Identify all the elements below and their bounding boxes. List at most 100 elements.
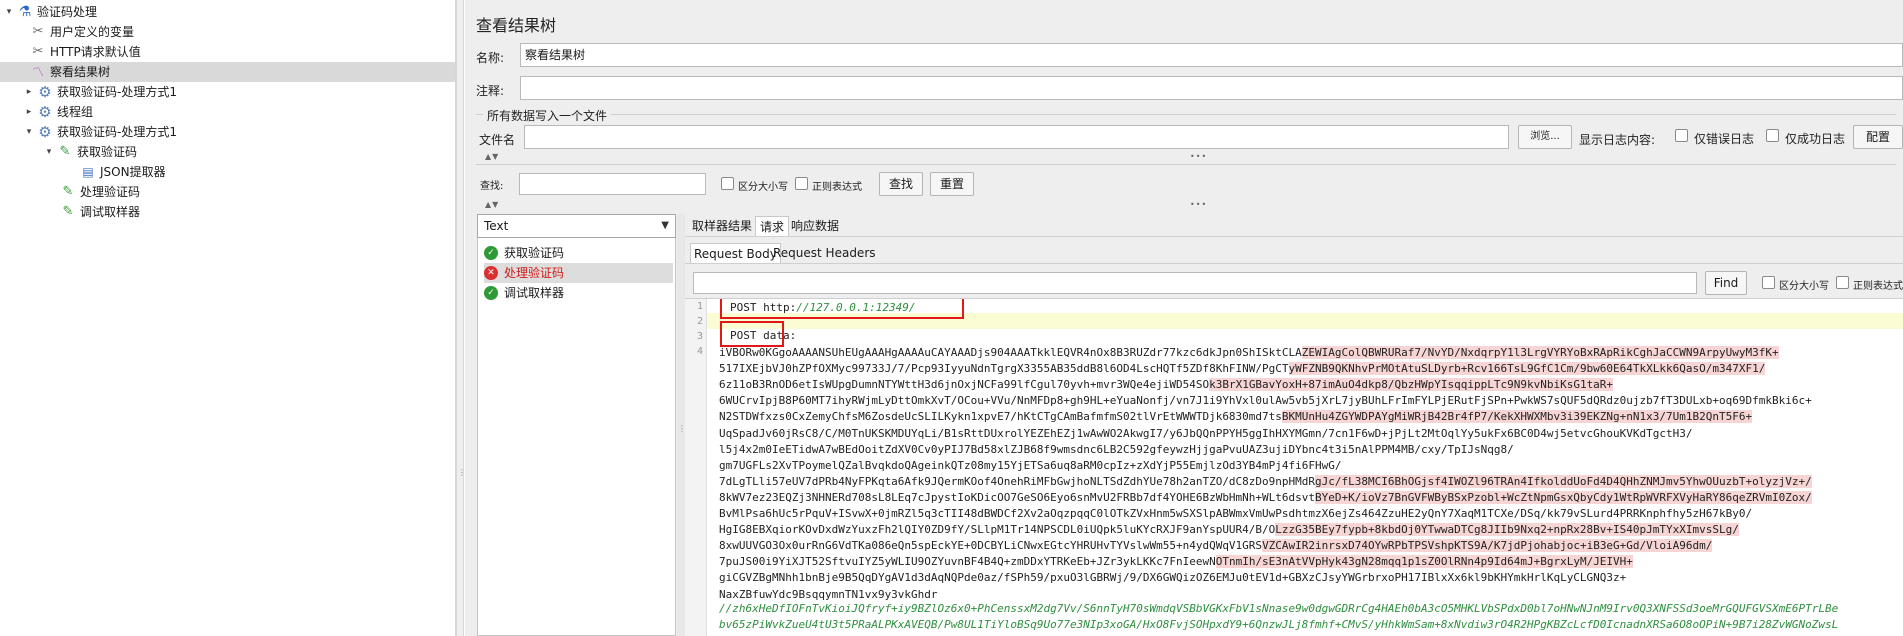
body-regex-checkbox[interactable] — [1836, 276, 1849, 289]
post-data-segment-highlighted: k3BrX1GBavYoxH+87imAuO4dkp8/QbzHWpYIsqqi… — [1209, 378, 1614, 392]
post-data-line: 517IXEjbVJ0hZPfOXMyc99733J/7/Pcp93IyyuNd… — [719, 361, 1766, 377]
comment-field[interactable] — [520, 76, 1903, 100]
body-search-input[interactable] — [693, 272, 1697, 294]
success-check-icon: ✓ — [484, 246, 498, 260]
search-label: 查找: — [480, 181, 504, 192]
tree-node-test-plan[interactable]: ▾ ⚗ 验证码处理 — [4, 2, 97, 22]
pen-icon: ✎ — [62, 184, 74, 199]
tree-node-get-captcha[interactable]: ▾ ✎ 获取验证码 — [44, 142, 137, 162]
post-data-line: 6z11oB3RnOD6etIsWUpgDumnNTYWttH3d6jnOxjN… — [719, 377, 1614, 393]
post-data-line: 8kWV7ez23EQZj3NHNERd708sL8LEq7cJpystIoKD… — [719, 490, 1812, 506]
result-item-process-captcha[interactable]: ✕ 处理验证码 — [484, 263, 673, 283]
post-data-line: N2STDWfxzs0CxZemyChfsM6ZosdeUcSLILKykn1x… — [719, 409, 1753, 425]
renderer-select[interactable]: Text ▼ — [477, 214, 676, 238]
result-item-get-captcha[interactable]: ✓ 获取验证码 — [484, 243, 564, 263]
tab-request-body[interactable]: Request Body — [690, 243, 781, 263]
find-button[interactable]: 查找 — [879, 172, 923, 196]
post-data-segment: N2STDWfxzs0CxZemyChfsM6ZosdeUcSLILKykn1x… — [719, 410, 1282, 424]
splitter-grip-icon[interactable]: ••• — [1190, 152, 1207, 161]
vertical-splitter[interactable]: ⋮ — [456, 0, 466, 636]
filename-input[interactable] — [524, 125, 1509, 149]
line-number-gutter: 1 2 3 4 — [685, 299, 707, 636]
tree-node-thread-group-3[interactable]: ▾ ⚙ 获取验证码-处理方式1 — [24, 122, 177, 142]
tree-node-user-variables[interactable]: ✂ 用户定义的变量 — [30, 22, 134, 42]
success-check-icon: ✓ — [484, 286, 498, 300]
renderer-select-value: Text — [484, 219, 509, 233]
post-data-line: 7puJS00i9YiXJT52SftvuIYZ5yWLIU9OZYuvnBF4… — [719, 554, 1633, 570]
post-data-line: UqSpadJv60jRsC8/C/M0TnUKSKMDUYqLi/B1sRtt… — [719, 426, 1693, 440]
gear-icon: ⚙ — [38, 83, 52, 101]
subtab-divider — [685, 263, 1903, 264]
tab-sampler-result[interactable]: 取样器结果 — [688, 216, 756, 236]
config-button[interactable]: 配置 — [1853, 125, 1903, 149]
tree-node-thread-group-1[interactable]: ▸ ⚙ 获取验证码-处理方式1 — [24, 82, 177, 102]
case-sensitive-checkbox[interactable] — [721, 177, 734, 190]
post-data-segment-highlighted: BYeD+K/ioVz7BnGVFWByBSxPzobl+WcZtNpmGsxQ… — [1315, 490, 1812, 504]
tab-request-headers[interactable]: Request Headers — [770, 243, 879, 263]
result-item-debug-sampler[interactable]: ✓ 调试取样器 — [484, 283, 564, 303]
tree-node-thread-group-2[interactable]: ▸ ⚙ 线程组 — [24, 102, 93, 122]
search-input[interactable] — [519, 173, 706, 195]
splitter-grip-icon[interactable]: ••• — [1190, 200, 1207, 209]
expand-icon[interactable]: ▸ — [24, 102, 34, 122]
tab-response-data[interactable]: 响应数据 — [787, 216, 843, 236]
collapse-icon[interactable]: ▾ — [24, 122, 34, 142]
doc-icon: ▤ — [82, 165, 94, 179]
results-list[interactable]: ✓ 获取验证码 ✕ 处理验证码 ✓ 调试取样器 — [477, 214, 676, 636]
result-label: 调试取样器 — [504, 286, 565, 300]
results-splitter[interactable]: ⋮ — [677, 214, 686, 636]
post-data-segment: iVBORw0KGgoAAAANSUhEUgAAAHgAAAAuCAYAAADj… — [719, 346, 1302, 359]
name-label: 名称: — [476, 51, 505, 65]
result-label: 获取验证码 — [504, 246, 565, 260]
section-divider — [476, 114, 1896, 115]
post-data-segment-highlighted: ZEWIAgColQBWRURaf7/NvYD/NxdqrpY1l3LrgVYR… — [1301, 346, 1779, 359]
tree-node-json-extractor[interactable]: ▤ JSON提取器 — [80, 162, 165, 182]
line-number: 3 — [696, 331, 703, 342]
collapse-icon[interactable]: ▾ — [44, 142, 54, 162]
post-data-segment-highlighted: BKMUnHu4ZGYWDPAYgMiWRjB42Br4fP7/KekXHWXM… — [1281, 410, 1753, 424]
pen-icon: ✎ — [59, 144, 71, 159]
test-plan-tree[interactable]: ▾ ⚗ 验证码处理 ✂ 用户定义的变量 ✂ HTTP请求默认值 〽 察看结果树 … — [0, 0, 456, 636]
case-sensitive-label: 区分大小写 — [738, 182, 788, 193]
success-only-checkbox[interactable] — [1766, 129, 1779, 142]
regex-checkbox[interactable] — [795, 177, 808, 190]
errors-only-label: 仅错误日志 — [1694, 132, 1755, 146]
request-body-editor[interactable]: 1 2 3 4 POST http://127.0.0.1:12349/ POS… — [685, 298, 1903, 636]
post-data-segment: 8xwUUVGO3Ox0urRnG6VdTKa086eQn5spEckYE+0D… — [719, 539, 1263, 553]
post-data-segment-highlighted: VZCAwIR2inrsxD74OYwRPbTPSVshpKTS9A/K7jdP… — [1262, 539, 1713, 553]
post-data-line: BvMlPsa6hUc5rPquV+ISvwX+0jmRZl5q3cTII48d… — [719, 507, 1753, 520]
tree-node-view-results-tree[interactable]: 〽 察看结果树 — [0, 62, 455, 82]
expand-icon[interactable]: ▸ — [24, 82, 34, 102]
post-data-segment: 7puJS00i9YiXJT52SftvuIYZ5yWLIU9OZYuvnBF4… — [719, 555, 1216, 569]
flask-icon: ⚗ — [18, 4, 32, 20]
collapse-arrows-icon[interactable]: ▲▼ — [485, 200, 499, 209]
tree-node-process-captcha[interactable]: ✎ 处理验证码 — [60, 182, 140, 202]
post-data-line: iVBORw0KGgoAAAANSUhEUgAAAHgAAAAuCAYAAADj… — [719, 345, 1779, 361]
tree-node-label: 处理验证码 — [80, 185, 141, 199]
browse-button[interactable]: 浏览... — [1518, 125, 1572, 149]
collapse-arrows-icon[interactable]: ▲▼ — [485, 152, 499, 161]
tree-node-http-defaults[interactable]: ✂ HTTP请求默认值 — [30, 42, 141, 62]
reset-button[interactable]: 重置 — [930, 172, 974, 196]
name-field[interactable]: 察看结果树 — [520, 43, 1903, 67]
tree-node-debug-sampler[interactable]: ✎ 调试取样器 — [60, 202, 140, 222]
wrench-icon: ✂ — [32, 44, 44, 59]
post-data-segment-highlighted: gJc/fL38MCI6BhOGjsf4IWOZl96TRAn4IfkolddU… — [1315, 474, 1812, 488]
post-data-segment: 517IXEjbVJ0hZPfOXMyc99733J/7/Pcp93IyyuNd… — [719, 362, 1289, 376]
wrench-icon: ✂ — [32, 24, 44, 39]
collapse-icon[interactable]: ▾ — [4, 2, 14, 22]
result-label: 处理验证码 — [504, 266, 565, 280]
line-number: 2 — [696, 316, 703, 327]
post-data-segment-highlighted: yWFZNB9QKNhvPrMOtAtuSLDyrb+Rcv166TsL9GfC… — [1288, 362, 1766, 376]
view-results-tree-panel: 查看结果树 名称: 察看结果树 注释: 所有数据写入一个文件 文件名 浏览...… — [465, 0, 1903, 636]
post-data-segment: 6z11oB3RnOD6etIsWUpgDumnNTYWttH3d6jnOxjN… — [719, 378, 1210, 392]
tree-node-label: 验证码处理 — [37, 5, 98, 19]
tree-node-label: 用户定义的变量 — [50, 25, 135, 39]
post-data-line: gm7UGFLs2XvTPoymelQZalBvqkdoQAgeinkQTz08… — [719, 458, 1342, 472]
body-case-checkbox[interactable] — [1762, 276, 1775, 289]
post-data-segment: 8kWV7ez23EQZj3NHNERd708sL8LEq7cJpystIoKD… — [719, 490, 1316, 504]
body-find-button[interactable]: Find — [1705, 271, 1747, 295]
errors-only-checkbox[interactable] — [1675, 129, 1688, 142]
post-data-segment: HgIG8EBXqiorKOvDxdWzYuxzFh2lQIY0ZD9fY/SL… — [719, 523, 1276, 537]
tab-request[interactable]: 请求 — [755, 216, 790, 236]
